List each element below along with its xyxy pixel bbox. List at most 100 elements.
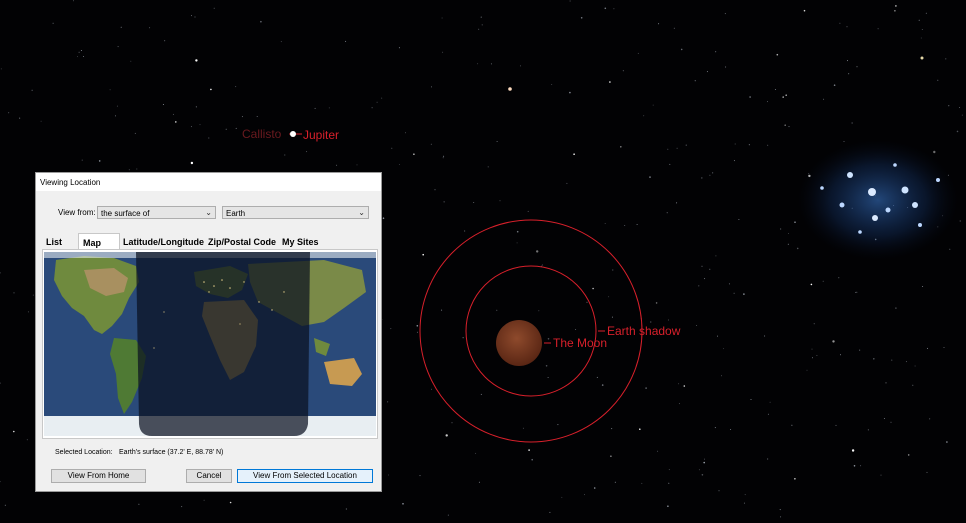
star [80, 50, 82, 51]
star [676, 202, 678, 204]
star [431, 388, 432, 390]
star [541, 264, 543, 266]
star [847, 60, 848, 62]
star [480, 393, 482, 395]
star [698, 469, 700, 471]
star [538, 310, 540, 312]
star [522, 427, 524, 429]
star [569, 0, 571, 2]
star [859, 349, 861, 351]
star [203, 499, 205, 501]
star [724, 13, 726, 15]
star [622, 70, 624, 72]
star [573, 153, 575, 155]
star [929, 418, 931, 420]
star [767, 458, 769, 460]
star [516, 242, 518, 244]
star [40, 120, 42, 122]
star [566, 182, 568, 184]
view-from-selected-location-button[interactable]: View From Selected Location [237, 469, 373, 483]
star [933, 150, 936, 154]
star-cluster[interactable] [798, 56, 958, 261]
star [260, 20, 262, 23]
star [604, 7, 607, 10]
star [698, 285, 700, 287]
dialog-title: Viewing Location [40, 178, 101, 187]
star [624, 225, 626, 226]
jupiter-marker[interactable] [290, 131, 296, 137]
star [284, 154, 286, 156]
star [443, 155, 445, 157]
star [610, 455, 612, 458]
star [673, 27, 675, 29]
jupiter-label[interactable]: Jupiter [303, 128, 339, 142]
star [668, 482, 670, 484]
star [613, 8, 615, 10]
dialog-titlebar[interactable]: Viewing Location [36, 173, 381, 191]
star [32, 294, 34, 296]
star [769, 401, 771, 403]
star [782, 96, 784, 98]
moon[interactable] [496, 320, 542, 366]
view-from-mode-dropdown[interactable]: the surface of ⌄ [97, 206, 216, 219]
star [922, 286, 924, 287]
star [785, 94, 787, 96]
star [447, 514, 449, 516]
star [0, 382, 1, 384]
star [894, 10, 896, 12]
star [280, 41, 282, 43]
star [430, 143, 432, 145]
star [810, 283, 813, 286]
star [451, 422, 453, 424]
star [725, 66, 727, 68]
view-from-home-button[interactable]: View From Home [51, 469, 146, 483]
star [812, 357, 813, 359]
star [130, 60, 132, 62]
tab-zip-postal-code[interactable]: Zip/Postal Code [204, 233, 280, 249]
chevron-down-icon: ⌄ [205, 208, 212, 217]
view-from-label: View from: [58, 208, 96, 217]
star [604, 223, 606, 224]
tab-list[interactable]: List [42, 233, 66, 249]
star [443, 201, 445, 203]
selected-location-label: Selected Location: [55, 449, 113, 456]
star [26, 439, 28, 441]
tab-my-sites[interactable]: My Sites [278, 233, 323, 249]
star [73, 0, 74, 2]
star [701, 474, 704, 476]
star [191, 15, 192, 17]
viewing-location-dialog: Viewing Location View from: the surface … [35, 172, 382, 492]
callisto-label[interactable]: Callisto [242, 127, 282, 141]
star [557, 424, 559, 426]
star [586, 301, 588, 303]
star [914, 365, 916, 367]
cancel-button[interactable]: Cancel [186, 469, 232, 483]
star [584, 494, 585, 496]
star [115, 115, 116, 117]
star [136, 168, 138, 170]
star [620, 146, 622, 148]
star [496, 141, 498, 142]
moon-label[interactable]: The Moon [553, 336, 607, 350]
star [701, 265, 703, 267]
star [416, 325, 419, 327]
tab-map[interactable]: Map [78, 233, 120, 249]
tab-latitude-longitude[interactable]: Latitude/Longitude [119, 233, 208, 249]
star [128, 169, 130, 171]
star [490, 63, 492, 65]
star [669, 163, 671, 165]
star [733, 160, 735, 162]
earth-shadow-label[interactable]: Earth shadow [607, 324, 681, 338]
star [8, 112, 10, 114]
star [788, 233, 789, 234]
view-from-body-dropdown[interactable]: Earth ⌄ [222, 206, 369, 219]
star [956, 130, 959, 133]
star [109, 89, 111, 91]
star [803, 9, 806, 12]
star [822, 280, 824, 282]
star [927, 347, 928, 349]
star [225, 128, 227, 130]
star [81, 159, 83, 161]
world-map[interactable] [44, 252, 376, 436]
star [549, 511, 551, 513]
